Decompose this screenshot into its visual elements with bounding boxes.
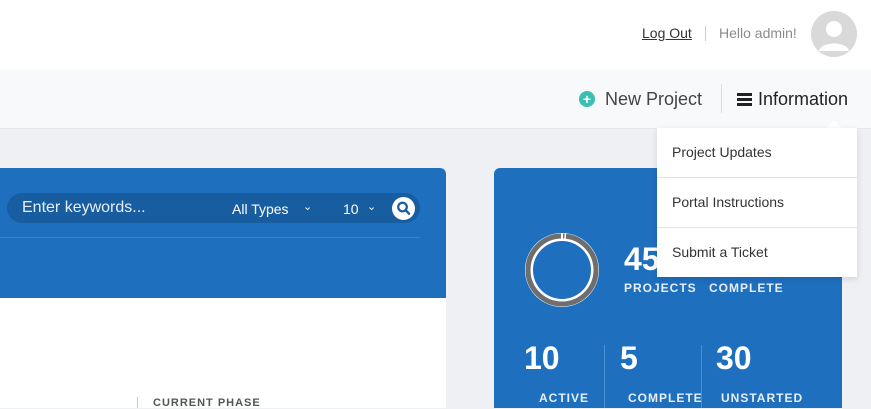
search-button[interactable]	[392, 197, 415, 220]
greeting-text: Hello admin!	[719, 25, 797, 41]
search-input[interactable]	[22, 199, 212, 217]
chevron-down-icon[interactable]: ⌄	[303, 200, 312, 213]
complete-percent-label: COMPLETE	[709, 281, 784, 295]
new-project-button[interactable]: + New Project	[579, 88, 702, 110]
information-label: Information	[758, 88, 849, 109]
unstarted-label: UNSTARTED	[721, 391, 804, 405]
stat-divider	[604, 345, 605, 408]
current-phase-column-header: CURRENT PHASE	[153, 397, 261, 409]
active-label: ACTIVE	[539, 391, 590, 405]
column-divider	[137, 397, 138, 408]
plus-circle-icon: +	[579, 91, 595, 107]
search-icon	[397, 201, 411, 215]
menu-item-project-updates[interactable]: Project Updates	[657, 128, 857, 177]
total-projects-label: PROJECTS	[624, 281, 697, 295]
user-avatar-icon[interactable]	[811, 11, 857, 57]
dropdown-caret	[826, 120, 842, 128]
unstarted-count: 30	[716, 340, 752, 376]
hamburger-icon	[737, 92, 752, 106]
chevron-down-icon[interactable]: ⌄	[367, 200, 376, 213]
menu-item-submit-ticket[interactable]: Submit a Ticket	[657, 228, 857, 277]
active-count: 10	[524, 340, 560, 376]
information-menu-button[interactable]: Information	[737, 88, 848, 110]
projects-filter-panel	[0, 168, 446, 298]
total-projects-count: 45	[624, 241, 660, 277]
menu-item-portal-instructions[interactable]: Portal Instructions	[657, 178, 857, 227]
projects-table-card	[0, 298, 446, 408]
header-separator	[705, 26, 706, 41]
progress-donut-chart	[525, 232, 599, 307]
information-dropdown: Project Updates Portal Instructions Subm…	[657, 128, 857, 277]
page-size-select[interactable]: 10	[343, 201, 359, 217]
stat-divider	[701, 345, 702, 408]
type-filter-select[interactable]: All Types	[232, 201, 289, 217]
complete-count: 5	[620, 340, 638, 376]
nav-separator	[721, 84, 722, 113]
new-project-label: New Project	[605, 88, 703, 109]
filter-divider	[0, 237, 420, 238]
logout-link[interactable]: Log Out	[642, 25, 692, 41]
complete-label: COMPLETE	[628, 391, 703, 405]
